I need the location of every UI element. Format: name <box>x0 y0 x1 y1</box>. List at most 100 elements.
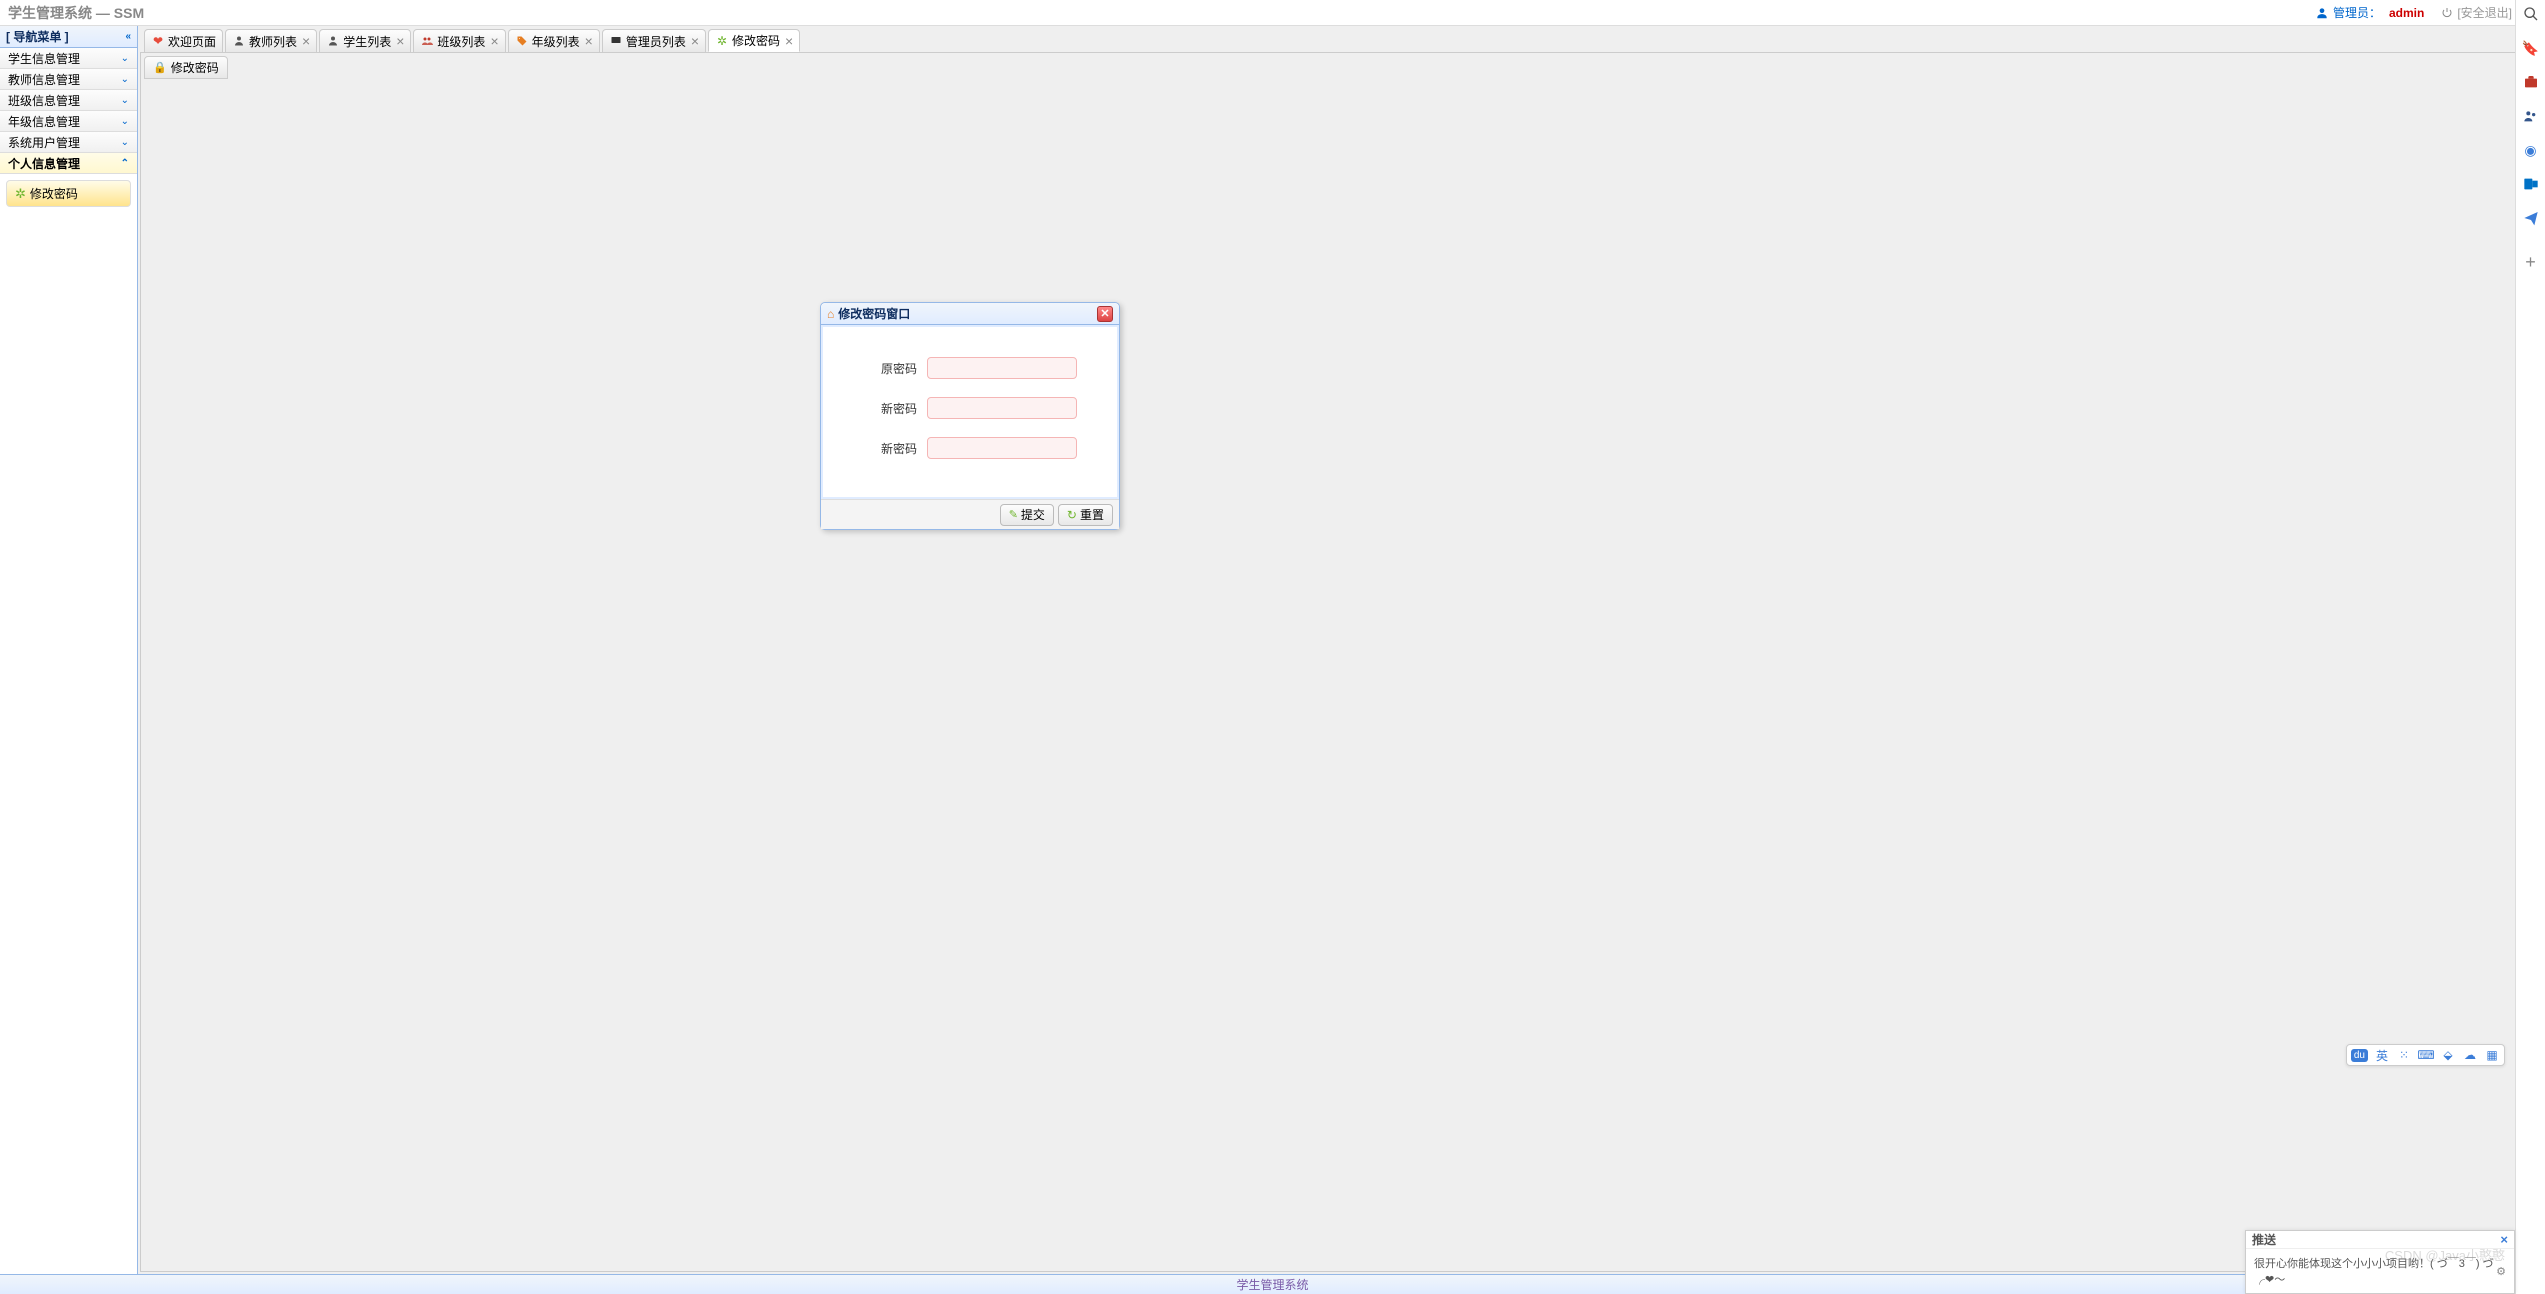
dialog-title-text: 修改密码窗口 <box>838 305 910 322</box>
push-close-icon[interactable]: × <box>2500 1232 2508 1247</box>
ime-skin-icon[interactable]: ⬙ <box>2440 1047 2456 1063</box>
tab-close-icon[interactable]: × <box>490 34 498 48</box>
chevron-down-icon: ⌄ <box>121 74 129 85</box>
user-icon <box>2315 6 2329 20</box>
tab-close-icon[interactable]: × <box>691 34 699 48</box>
tag-icon[interactable]: 🔖 <box>2521 38 2541 58</box>
content-area: ❤ 欢迎页面 教师列表 × 学生列表 × 班级 <box>138 26 2545 1274</box>
push-header: 推送 × <box>2246 1231 2514 1249</box>
power-icon <box>2440 6 2454 20</box>
submit-button[interactable]: ✎ 提交 <box>1000 504 1054 526</box>
chevron-down-icon: ⌄ <box>121 137 129 148</box>
push-body: 很开心你能体现这个小小小项目哟！( づ￣3￣) づ╭❤～ ⚙ <box>2246 1249 2514 1293</box>
form-row-new-password: 新密码 <box>843 397 1097 419</box>
tab-change-password[interactable]: ✲ 修改密码 × <box>708 29 800 52</box>
tab-close-icon[interactable]: × <box>785 34 793 48</box>
ime-toolbar[interactable]: du 英 ⁙ ⌨ ⬙ ☁ ▦ <box>2346 1044 2505 1066</box>
sidebar-item-student[interactable]: 学生信息管理 ⌄ <box>0 48 137 69</box>
chevron-down-icon: ⌄ <box>121 116 129 127</box>
tab-close-icon[interactable]: × <box>585 34 593 48</box>
collapse-icon[interactable]: « <box>125 31 131 42</box>
people-icon[interactable] <box>2521 106 2541 126</box>
main-layout: [ 导航菜单 ] « 学生信息管理 ⌄ 教师信息管理 ⌄ 班级信息管理 ⌄ 年级… <box>0 26 2545 1274</box>
briefcase-icon[interactable] <box>2521 72 2541 92</box>
input-new-password[interactable] <box>927 397 1077 419</box>
dialog-title-wrap: ⌂ 修改密码窗口 <box>827 305 910 322</box>
label-confirm-password: 新密码 <box>881 440 917 457</box>
ime-dots-icon[interactable]: ⁙ <box>2396 1047 2412 1063</box>
sidebar-item-personal[interactable]: 个人信息管理 ⌃ <box>0 153 137 174</box>
tab-label: 修改密码 <box>732 32 780 49</box>
lock-icon: 🔒 <box>153 61 167 74</box>
settings-icon[interactable]: ⚙ <box>2496 1265 2506 1278</box>
push-title: 推送 <box>2252 1231 2276 1248</box>
admin-label: 管理员： <box>2333 4 2381 21</box>
logout-link[interactable]: [安全退出] <box>2440 4 2512 21</box>
chevron-down-icon: ⌄ <box>121 95 129 106</box>
reset-label: 重置 <box>1080 506 1104 523</box>
sidebar-subitem-password[interactable]: ✲ 修改密码 <box>6 180 131 207</box>
dialog-header[interactable]: ⌂ 修改密码窗口 ✕ <box>821 303 1119 325</box>
dialog-close-button[interactable]: ✕ <box>1097 306 1113 322</box>
footer-text: 学生管理系统 <box>1236 1276 1308 1293</box>
tab-grade-list[interactable]: 年级列表 × <box>508 29 600 52</box>
sidebar-item-teacher[interactable]: 教师信息管理 ⌄ <box>0 69 137 90</box>
dialog-body: 原密码 新密码 新密码 <box>821 325 1119 499</box>
sidebar-item-label: 年级信息管理 <box>8 113 80 130</box>
ime-lang[interactable]: 英 <box>2374 1047 2390 1063</box>
outlook-icon[interactable] <box>2521 174 2541 194</box>
tab-teacher-list[interactable]: 教师列表 × <box>225 29 317 52</box>
home-icon: ⌂ <box>827 307 834 321</box>
sidebar-item-class[interactable]: 班级信息管理 ⌄ <box>0 90 137 111</box>
panel-area: 🔒 修改密码 ⌂ 修改密码窗口 ✕ 原密码 新 <box>140 52 2543 1272</box>
tabs-bar: ❤ 欢迎页面 教师列表 × 学生列表 × 班级 <box>140 28 2543 52</box>
tab-close-icon[interactable]: × <box>302 34 310 48</box>
app-header: 学生管理系统 — SSM 管理员： admin [安全退出] <box>0 0 2545 26</box>
tab-label: 欢迎页面 <box>168 33 216 50</box>
gear-icon: ✲ <box>15 186 26 202</box>
ime-grid-icon[interactable]: ▦ <box>2484 1047 2500 1063</box>
sidebar-item-sysuser[interactable]: 系统用户管理 ⌄ <box>0 132 137 153</box>
tab-student-list[interactable]: 学生列表 × <box>319 29 411 52</box>
submit-label: 提交 <box>1021 506 1045 523</box>
send-icon[interactable] <box>2521 208 2541 228</box>
ime-cloud-icon[interactable]: ☁ <box>2462 1047 2478 1063</box>
tab-admin-list[interactable]: 管理员列表 × <box>602 29 706 52</box>
logout-text: [安全退出] <box>2457 4 2512 21</box>
tab-label: 学生列表 <box>343 33 391 50</box>
reset-button[interactable]: ↻ 重置 <box>1058 504 1113 526</box>
tab-welcome[interactable]: ❤ 欢迎页面 <box>144 29 223 52</box>
label-new-password: 新密码 <box>881 400 917 417</box>
monitor-icon <box>609 34 623 48</box>
chevron-down-icon: ⌄ <box>121 53 129 64</box>
tab-close-icon[interactable]: × <box>396 34 404 48</box>
plus-icon[interactable]: + <box>2521 252 2541 272</box>
heart-icon: ❤ <box>151 34 165 48</box>
subitem-label: 修改密码 <box>30 185 78 202</box>
sidebar: [ 导航菜单 ] « 学生信息管理 ⌄ 教师信息管理 ⌄ 班级信息管理 ⌄ 年级… <box>0 26 138 1274</box>
input-confirm-password[interactable] <box>927 437 1077 459</box>
form-row-confirm-password: 新密码 <box>843 437 1097 459</box>
nav-title: [ 导航菜单 ] <box>6 28 69 45</box>
inner-panel-header: 🔒 修改密码 <box>144 56 228 79</box>
form-row-old-password: 原密码 <box>843 357 1097 379</box>
refresh-icon: ↻ <box>1067 508 1077 522</box>
header-right: 管理员： admin [安全退出] <box>2315 4 2512 21</box>
right-rail: 🔖 ◉ + <box>2515 0 2545 1294</box>
circle-icon[interactable]: ◉ <box>2521 140 2541 160</box>
person-icon <box>326 34 340 48</box>
label-old-password: 原密码 <box>881 360 917 377</box>
ime-logo-icon[interactable]: du <box>2351 1049 2368 1062</box>
gear-icon: ✲ <box>715 34 729 48</box>
sidebar-item-label: 个人信息管理 <box>8 155 80 172</box>
pencil-icon: ✎ <box>1009 508 1018 521</box>
change-password-dialog: ⌂ 修改密码窗口 ✕ 原密码 新密码 新密码 <box>820 302 1120 530</box>
input-old-password[interactable] <box>927 357 1077 379</box>
nav-header: [ 导航菜单 ] « <box>0 26 137 48</box>
sidebar-item-grade[interactable]: 年级信息管理 ⌄ <box>0 111 137 132</box>
dialog-footer: ✎ 提交 ↻ 重置 <box>821 499 1119 529</box>
search-icon[interactable] <box>2521 4 2541 24</box>
tab-label: 管理员列表 <box>626 33 686 50</box>
tab-class-list[interactable]: 班级列表 × <box>413 29 505 52</box>
ime-keyboard-icon[interactable]: ⌨ <box>2418 1047 2434 1063</box>
